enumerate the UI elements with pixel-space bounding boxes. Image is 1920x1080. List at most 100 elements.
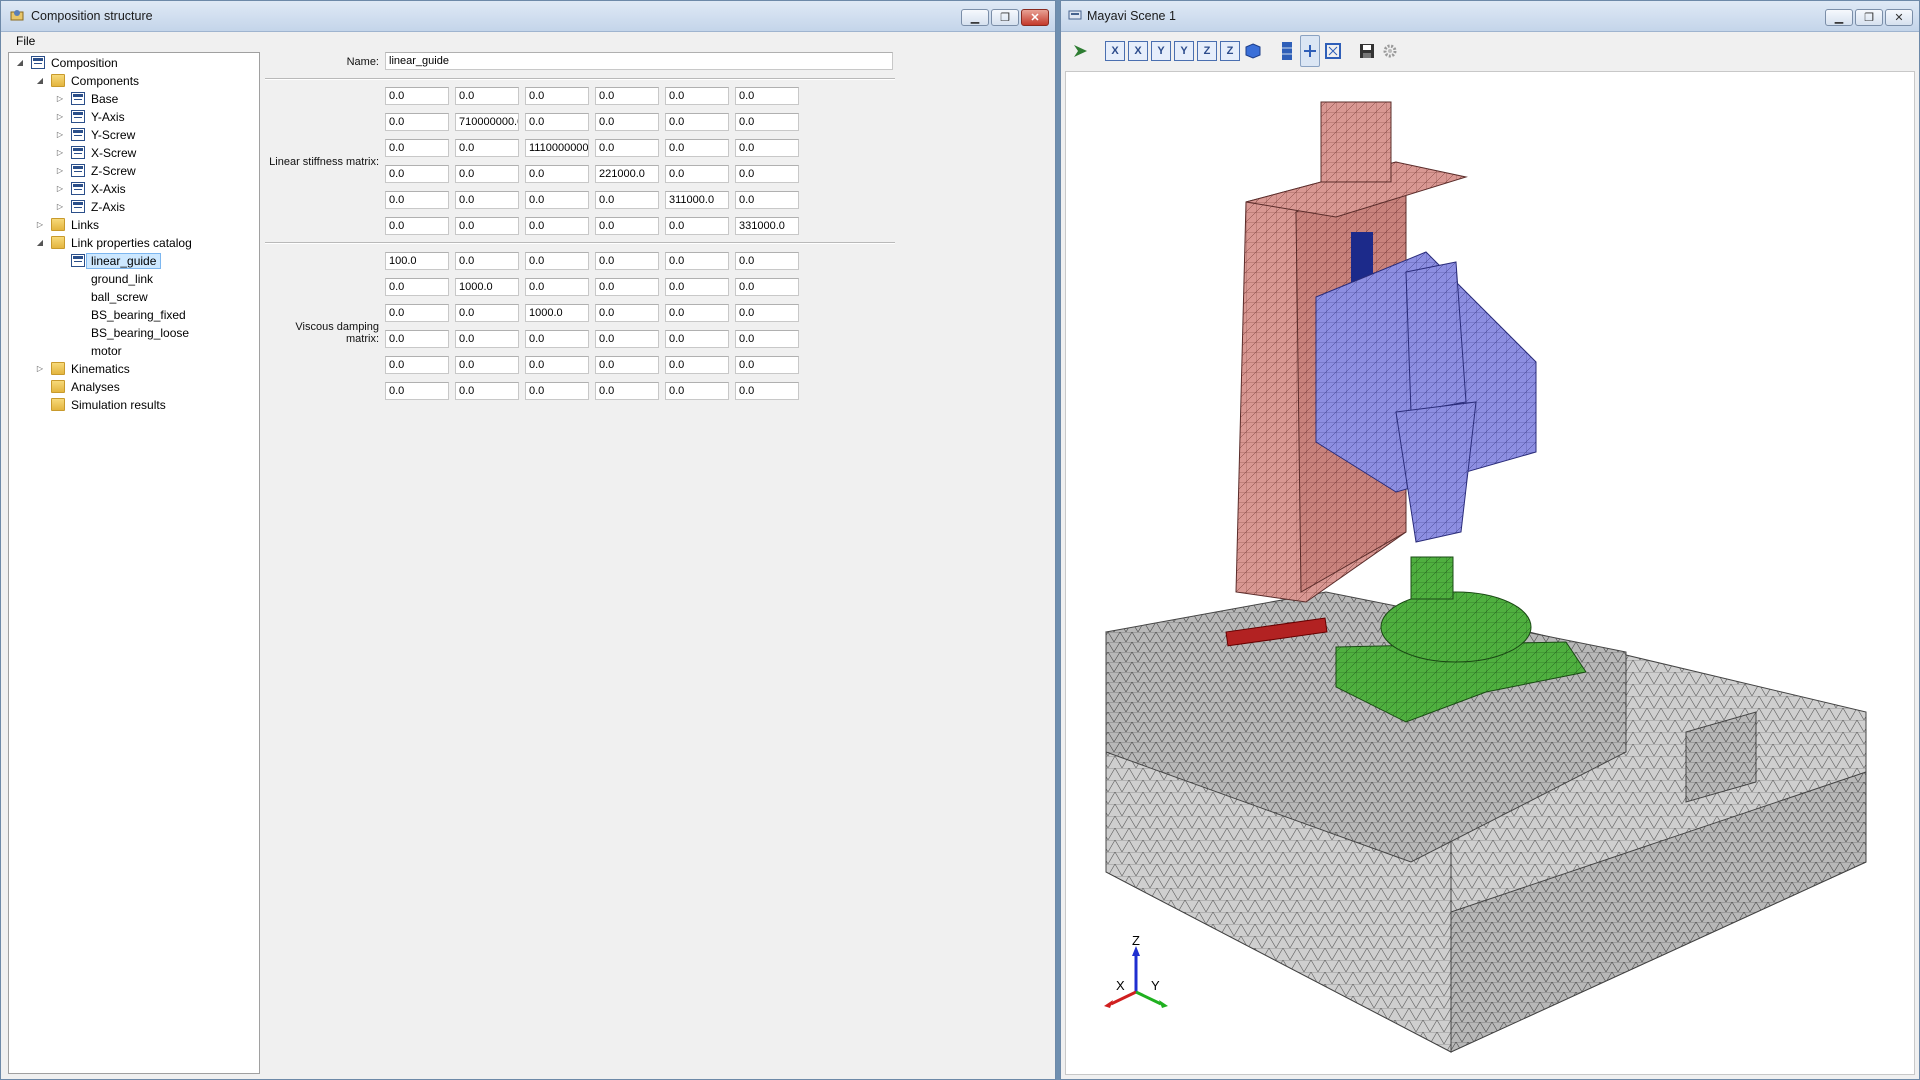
tree-root[interactable]: ◢ Composition: [15, 54, 118, 71]
tree-links-folder[interactable]: ▷ Links: [35, 216, 99, 233]
damping-cell-r5-c2[interactable]: 0.0: [525, 382, 589, 400]
expand-arrow-icon[interactable]: ▷: [35, 220, 45, 229]
damping-cell-r5-c3[interactable]: 0.0: [595, 382, 659, 400]
stiffness-cell-r5-c5[interactable]: 331000.0: [735, 217, 799, 235]
damping-cell-r4-c4[interactable]: 0.0: [665, 356, 729, 374]
stiffness-cell-r3-c0[interactable]: 0.0: [385, 165, 449, 183]
expand-arrow-icon[interactable]: ▷: [55, 130, 65, 139]
collapse-arrow-icon[interactable]: ◢: [15, 58, 25, 67]
expand-arrow-icon[interactable]: ▷: [55, 94, 65, 103]
tree-simulation-results-folder[interactable]: Simulation results: [35, 396, 166, 413]
tree-component-z-axis[interactable]: ▷ Z-Axis: [55, 198, 125, 215]
stiffness-cell-r2-c4[interactable]: 0.0: [665, 139, 729, 157]
stiffness-cell-r4-c2[interactable]: 0.0: [525, 191, 589, 209]
damping-cell-r4-c5[interactable]: 0.0: [735, 356, 799, 374]
expand-arrow-icon[interactable]: ▷: [55, 166, 65, 175]
stiffness-cell-r0-c3[interactable]: 0.0: [595, 87, 659, 105]
damping-cell-r3-c5[interactable]: 0.0: [735, 330, 799, 348]
composition-tree[interactable]: ◢ Composition ◢ Components ▷ Base ▷ Y-Ax…: [8, 52, 260, 1074]
stiffness-cell-r1-c3[interactable]: 0.0: [595, 113, 659, 131]
damping-cell-r4-c2[interactable]: 0.0: [525, 356, 589, 374]
stiffness-cell-r3-c5[interactable]: 0.0: [735, 165, 799, 183]
stiffness-cell-r4-c1[interactable]: 0.0: [455, 191, 519, 209]
stiffness-cell-r5-c2[interactable]: 0.0: [525, 217, 589, 235]
damping-cell-r0-c1[interactable]: 0.0: [455, 252, 519, 270]
stiffness-cell-r1-c2[interactable]: 0.0: [525, 113, 589, 131]
stiffness-cell-r4-c3[interactable]: 0.0: [595, 191, 659, 209]
stiffness-cell-r1-c4[interactable]: 0.0: [665, 113, 729, 131]
stiffness-cell-r1-c0[interactable]: 0.0: [385, 113, 449, 131]
name-input[interactable]: linear_guide: [385, 52, 893, 70]
damping-cell-r1-c1[interactable]: 1000.0: [455, 278, 519, 296]
expand-arrow-icon[interactable]: ▷: [55, 184, 65, 193]
minimize-button[interactable]: ▁: [961, 9, 989, 26]
close-button[interactable]: ✕: [1885, 9, 1913, 26]
stiffness-cell-r5-c4[interactable]: 0.0: [665, 217, 729, 235]
view-z-plus-button[interactable]: Z: [1197, 41, 1217, 61]
tree-components-folder[interactable]: ◢ Components: [35, 72, 139, 89]
damping-cell-r3-c3[interactable]: 0.0: [595, 330, 659, 348]
damping-cell-r0-c3[interactable]: 0.0: [595, 252, 659, 270]
isometric-view-icon[interactable]: [1243, 41, 1263, 61]
damping-cell-r4-c0[interactable]: 0.0: [385, 356, 449, 374]
stiffness-cell-r2-c0[interactable]: 0.0: [385, 139, 449, 157]
damping-cell-r2-c2[interactable]: 1000.0: [525, 304, 589, 322]
tree-analyses-folder[interactable]: Analyses: [35, 378, 120, 395]
damping-cell-r2-c3[interactable]: 0.0: [595, 304, 659, 322]
scene-viewport[interactable]: Z X Y: [1065, 71, 1915, 1075]
stiffness-cell-r3-c4[interactable]: 0.0: [665, 165, 729, 183]
save-icon[interactable]: [1357, 41, 1377, 61]
tree-catalog-ball-screw[interactable]: ball_screw: [65, 288, 148, 305]
stiffness-cell-r4-c5[interactable]: 0.0: [735, 191, 799, 209]
maximize-button[interactable]: ❐: [1855, 9, 1883, 26]
view-y-minus-button[interactable]: Y: [1174, 41, 1194, 61]
view-x-minus-button[interactable]: X: [1128, 41, 1148, 61]
damping-cell-r2-c0[interactable]: 0.0: [385, 304, 449, 322]
tree-catalog-motor[interactable]: motor: [65, 342, 122, 359]
damping-cell-r1-c4[interactable]: 0.0: [665, 278, 729, 296]
damping-cell-r3-c1[interactable]: 0.0: [455, 330, 519, 348]
stiffness-cell-r3-c3[interactable]: 221000.0: [595, 165, 659, 183]
full-screen-icon[interactable]: [1323, 41, 1343, 61]
damping-cell-r0-c4[interactable]: 0.0: [665, 252, 729, 270]
close-button[interactable]: ✕: [1021, 9, 1049, 26]
tree-catalog-bs-bearing-loose[interactable]: BS_bearing_loose: [65, 324, 189, 341]
tree-catalog-folder[interactable]: ◢ Link properties catalog: [35, 234, 192, 251]
stiffness-cell-r1-c1[interactable]: 710000000.0: [455, 113, 519, 131]
view-y-plus-button[interactable]: Y: [1151, 41, 1171, 61]
collapse-arrow-icon[interactable]: ◢: [35, 76, 45, 85]
expand-arrow-icon[interactable]: ▷: [55, 148, 65, 157]
stiffness-cell-r0-c4[interactable]: 0.0: [665, 87, 729, 105]
damping-cell-r0-c2[interactable]: 0.0: [525, 252, 589, 270]
parallel-projection-icon[interactable]: [1277, 41, 1297, 61]
damping-cell-r4-c3[interactable]: 0.0: [595, 356, 659, 374]
menu-file[interactable]: File: [16, 34, 35, 48]
damping-cell-r5-c1[interactable]: 0.0: [455, 382, 519, 400]
stiffness-cell-r0-c1[interactable]: 0.0: [455, 87, 519, 105]
stiffness-cell-r0-c5[interactable]: 0.0: [735, 87, 799, 105]
tree-component-z-screw[interactable]: ▷ Z-Screw: [55, 162, 136, 179]
stiffness-cell-r2-c5[interactable]: 0.0: [735, 139, 799, 157]
damping-cell-r1-c0[interactable]: 0.0: [385, 278, 449, 296]
expand-arrow-icon[interactable]: ▷: [35, 364, 45, 373]
tree-component-x-screw[interactable]: ▷ X-Screw: [55, 144, 136, 161]
pipeline-icon[interactable]: [1071, 41, 1091, 61]
damping-cell-r2-c1[interactable]: 0.0: [455, 304, 519, 322]
view-z-minus-button[interactable]: Z: [1220, 41, 1240, 61]
damping-cell-r3-c2[interactable]: 0.0: [525, 330, 589, 348]
minimize-button[interactable]: ▁: [1825, 9, 1853, 26]
settings-gear-icon[interactable]: [1380, 41, 1400, 61]
stiffness-cell-r2-c1[interactable]: 0.0: [455, 139, 519, 157]
damping-cell-r0-c0[interactable]: 100.0: [385, 252, 449, 270]
damping-cell-r2-c5[interactable]: 0.0: [735, 304, 799, 322]
stiffness-cell-r4-c0[interactable]: 0.0: [385, 191, 449, 209]
tree-catalog-ground-link[interactable]: ground_link: [65, 270, 153, 287]
damping-cell-r1-c3[interactable]: 0.0: [595, 278, 659, 296]
damping-cell-r3-c0[interactable]: 0.0: [385, 330, 449, 348]
tree-component-base[interactable]: ▷ Base: [55, 90, 118, 107]
damping-cell-r5-c4[interactable]: 0.0: [665, 382, 729, 400]
collapse-arrow-icon[interactable]: ◢: [35, 238, 45, 247]
stiffness-cell-r5-c1[interactable]: 0.0: [455, 217, 519, 235]
view-x-plus-button[interactable]: X: [1105, 41, 1125, 61]
damping-cell-r3-c4[interactable]: 0.0: [665, 330, 729, 348]
